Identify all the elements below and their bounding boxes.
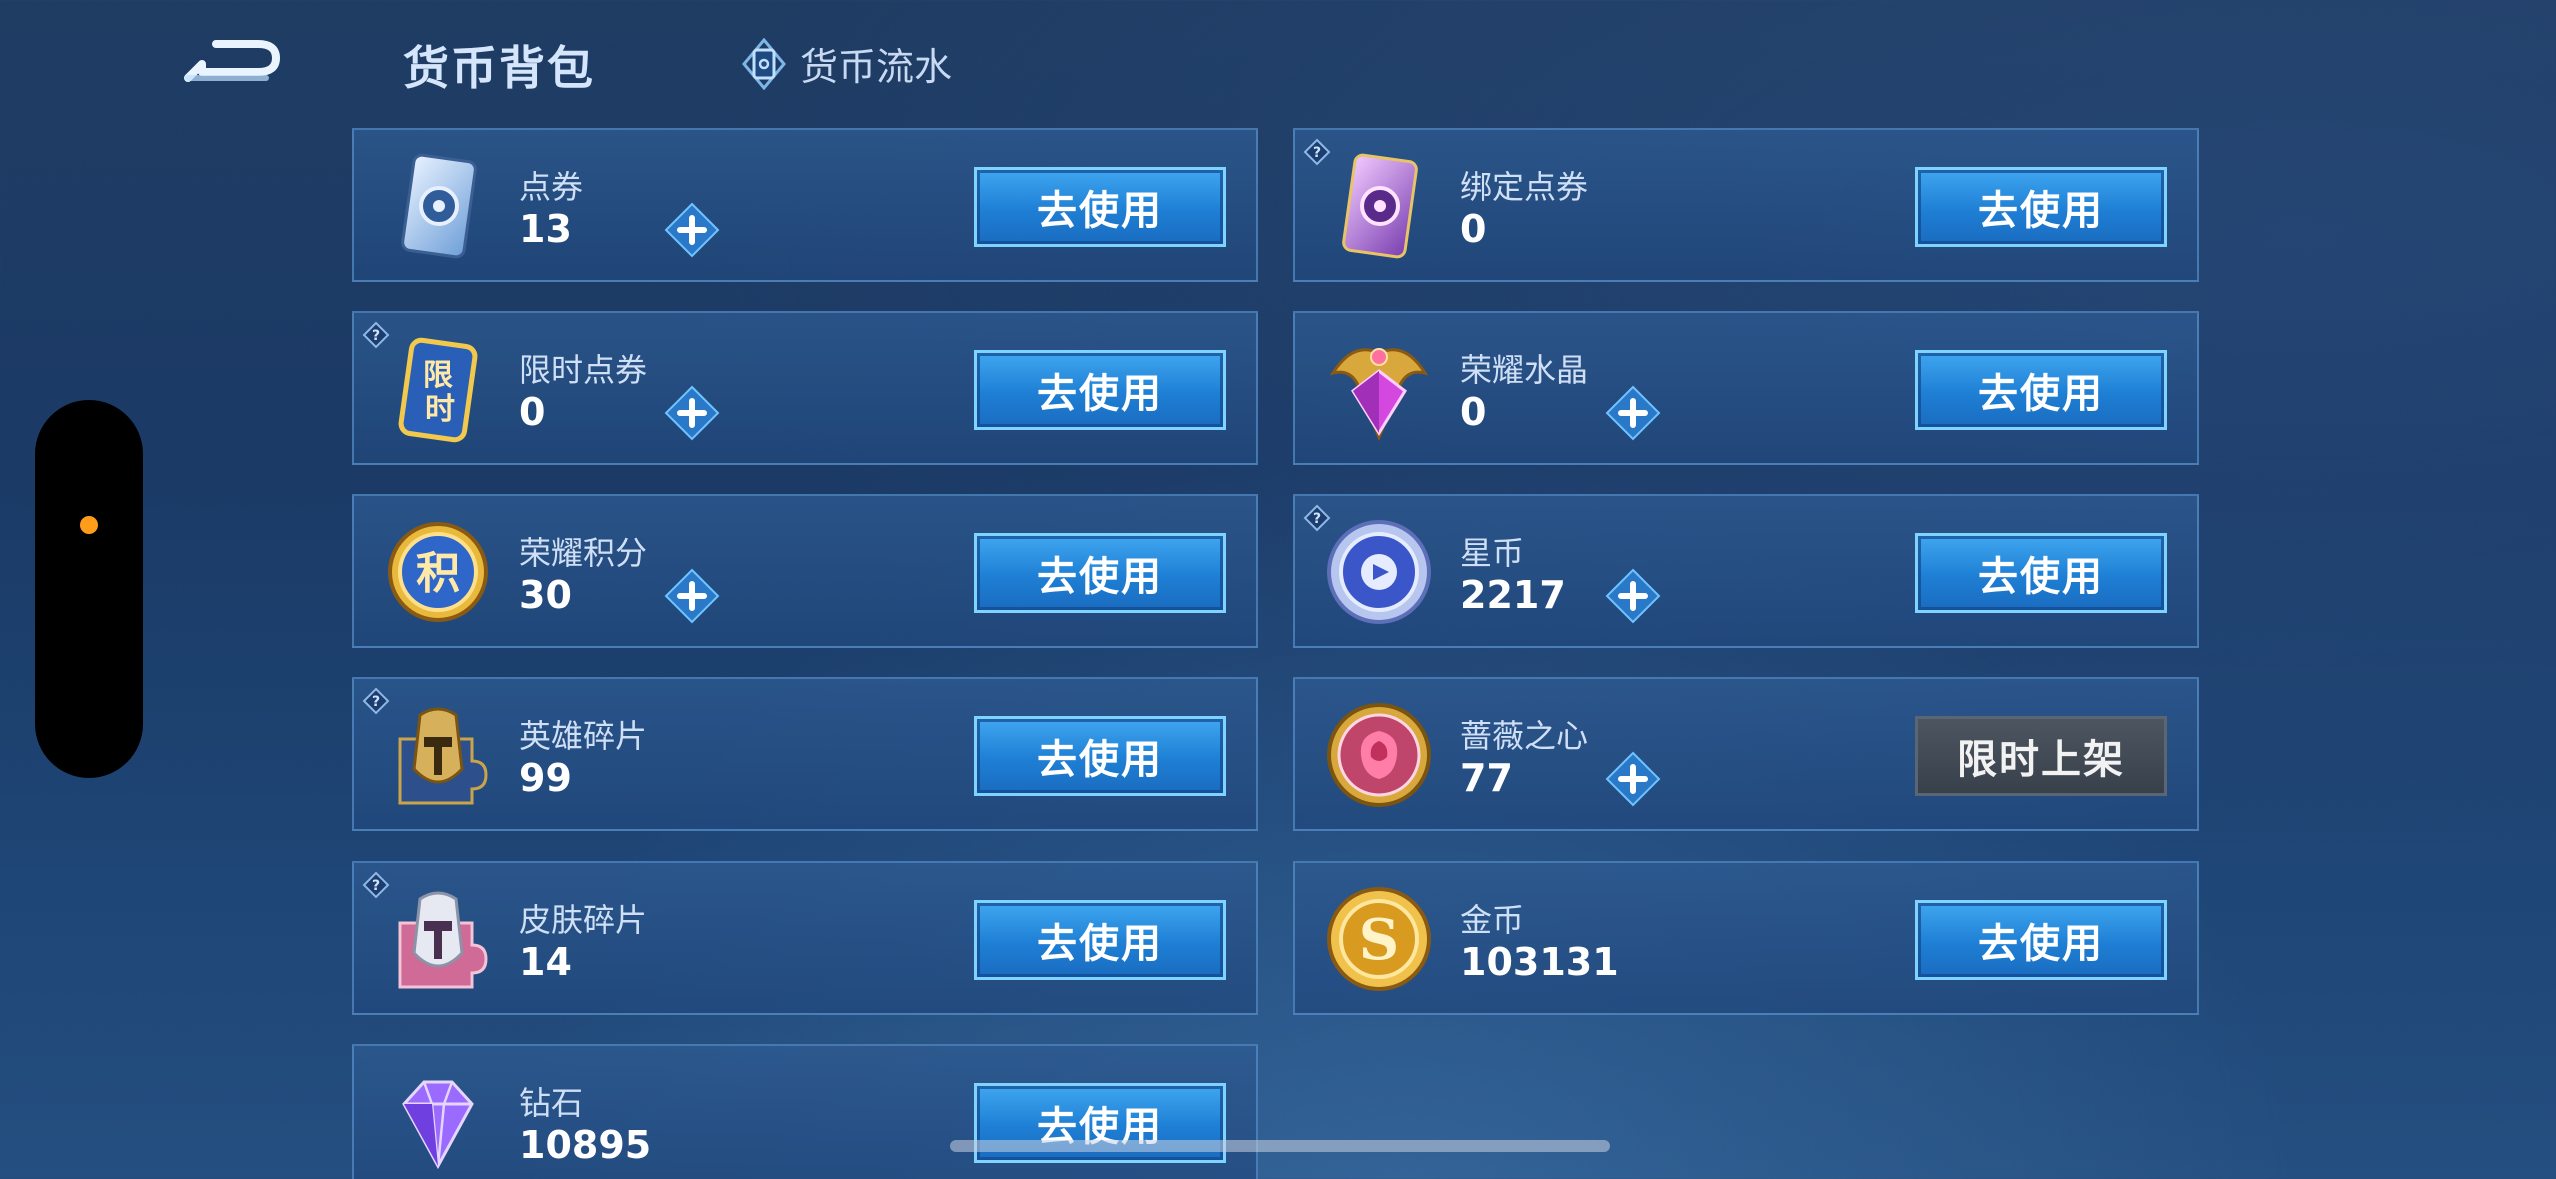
gold-coin-icon: S <box>1327 887 1431 991</box>
add-icon[interactable] <box>1605 568 1661 624</box>
bound-voucher-card-icon <box>1342 153 1418 259</box>
currency-name: 皮肤碎片 <box>519 901 648 939</box>
svg-text:S: S <box>1359 907 1399 973</box>
use-button[interactable]: 去使用 <box>1915 350 2167 430</box>
limited-voucher-icon: 限 时 <box>398 337 478 443</box>
svg-text:?: ? <box>372 694 380 710</box>
currency-flow-link[interactable]: 货币流水 <box>742 36 952 91</box>
currency-name: 金币 <box>1460 901 1525 939</box>
use-button[interactable]: 去使用 <box>1915 900 2167 980</box>
add-icon[interactable] <box>1605 385 1661 441</box>
svg-text:?: ? <box>372 328 380 344</box>
svg-text:?: ? <box>1313 511 1321 527</box>
svg-text:限: 限 <box>423 358 453 393</box>
svg-text:积: 积 <box>416 548 460 599</box>
currency-name: 荣耀水晶 <box>1460 351 1589 389</box>
currency-value: 14 <box>519 940 572 984</box>
currency-card: S 金币 103131 去使用 <box>1293 861 2199 1015</box>
currency-card: 钻石 10895 去使用 <box>352 1044 1258 1179</box>
add-icon[interactable] <box>1605 751 1661 807</box>
currency-value: 99 <box>519 756 572 800</box>
currency-value: 2217 <box>1460 573 1566 617</box>
add-icon[interactable] <box>664 202 720 258</box>
voucher-card-icon <box>401 153 477 259</box>
limited-time-button[interactable]: 限时上架 <box>1915 716 2167 796</box>
currency-card: 蔷薇之心 77 限时上架 <box>1293 677 2199 831</box>
use-button[interactable]: 去使用 <box>974 533 1226 613</box>
currency-name: 钻石 <box>519 1084 584 1122</box>
currency-value: 10895 <box>519 1123 652 1167</box>
glory-crystal-icon <box>1329 348 1429 441</box>
currency-name: 星币 <box>1460 534 1525 572</box>
skin-fragment-icon <box>398 891 488 989</box>
currency-card: ? 绑定点券 0 去使用 <box>1293 128 2199 282</box>
use-button[interactable]: 去使用 <box>974 900 1226 980</box>
currency-value: 13 <box>519 207 572 251</box>
home-indicator[interactable] <box>950 1140 1610 1152</box>
currency-value: 0 <box>1460 390 1487 434</box>
status-dot <box>80 516 98 534</box>
rose-heart-icon <box>1327 703 1431 807</box>
use-button[interactable]: 去使用 <box>974 716 1226 796</box>
use-button[interactable]: 去使用 <box>1915 167 2167 247</box>
currency-value: 0 <box>1460 207 1487 251</box>
diamond-icon <box>402 1080 474 1170</box>
currency-card: 荣耀水晶 0 去使用 <box>1293 311 2199 465</box>
use-button[interactable]: 去使用 <box>974 167 1226 247</box>
flow-record-icon <box>742 37 786 90</box>
currency-card: ? 皮肤碎片 14 去使用 <box>352 861 1258 1015</box>
svg-text:?: ? <box>372 878 380 894</box>
currency-card: 点券 13 去使用 <box>352 128 1258 282</box>
back-arrow-icon[interactable] <box>180 28 290 94</box>
currency-name: 绑定点券 <box>1460 168 1589 206</box>
currency-value: 103131 <box>1460 940 1619 984</box>
currency-name: 限时点券 <box>519 351 648 389</box>
currency-name: 点券 <box>519 168 584 206</box>
currency-value: 0 <box>519 390 546 434</box>
use-button[interactable]: 去使用 <box>1915 533 2167 613</box>
star-coin-icon <box>1327 520 1431 624</box>
currency-card: ? 限 时 限时点券 0 去使用 <box>352 311 1258 465</box>
currency-card: ? 星币 2217 去使用 <box>1293 494 2199 648</box>
currency-value: 77 <box>1460 756 1513 800</box>
hero-fragment-icon <box>398 707 488 805</box>
add-icon[interactable] <box>664 385 720 441</box>
flow-link-label: 货币流水 <box>800 45 953 89</box>
svg-text:?: ? <box>1313 145 1321 161</box>
add-icon[interactable] <box>664 568 720 624</box>
currency-name: 蔷薇之心 <box>1460 717 1589 755</box>
currency-name: 英雄碎片 <box>519 717 648 755</box>
glory-points-icon: 积 <box>388 522 488 622</box>
page-title: 货币背包 <box>403 41 595 95</box>
device-notch <box>35 400 143 778</box>
currency-card: 积 荣耀积分 30 去使用 <box>352 494 1258 648</box>
use-button[interactable]: 去使用 <box>974 350 1226 430</box>
currency-name: 荣耀积分 <box>519 534 648 572</box>
currency-card: ? 英雄碎片 99 去使用 <box>352 677 1258 831</box>
svg-text:时: 时 <box>425 392 455 427</box>
currency-value: 30 <box>519 573 572 617</box>
